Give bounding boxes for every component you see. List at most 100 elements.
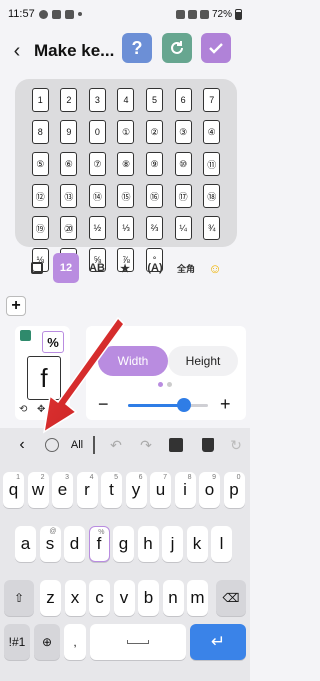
key-char: l — [219, 534, 224, 553]
category-letters[interactable]: AB — [86, 253, 108, 283]
increase-button[interactable]: + — [220, 394, 231, 415]
symbol-key[interactable]: 9 — [60, 120, 78, 144]
key-u[interactable]: u7 — [150, 472, 171, 508]
undo-button[interactable]: ↶ — [106, 434, 126, 456]
backspace-key[interactable]: ⌫ — [216, 580, 246, 616]
key-f[interactable]: f% — [88, 526, 110, 562]
key-q[interactable]: q1 — [3, 472, 24, 508]
decrease-button[interactable]: − — [98, 395, 109, 413]
symbol-key[interactable]: ⅔ — [146, 216, 164, 240]
key-x[interactable]: x — [64, 580, 86, 616]
enter-key[interactable]: ↵ — [190, 624, 246, 660]
symbol-key[interactable]: ⑥ — [60, 152, 78, 176]
key-e[interactable]: e3 — [52, 472, 73, 508]
toolbar-circle-button[interactable] — [42, 434, 62, 456]
symbol-key[interactable]: ⑤ — [31, 152, 49, 176]
symbol-key[interactable]: ⑮ — [117, 184, 135, 208]
key-p[interactable]: p0 — [223, 472, 245, 508]
symbol-key[interactable]: 2 — [60, 88, 78, 112]
symbol-key[interactable]: ⑲ — [31, 216, 49, 240]
key-w[interactable]: w2 — [27, 472, 49, 508]
symbol-key[interactable]: ⑯ — [146, 184, 164, 208]
symbol-key[interactable]: ② — [146, 120, 164, 144]
symbol-key[interactable]: ¾ — [203, 216, 221, 240]
symbol-key[interactable]: 8 — [31, 120, 49, 144]
category-custom[interactable] — [28, 253, 46, 283]
symbol-key[interactable]: ④ — [203, 120, 221, 144]
key-a[interactable]: a — [15, 526, 36, 562]
symbol-key[interactable]: ⑱ — [203, 184, 221, 208]
tab-width[interactable]: Width — [98, 346, 168, 376]
key-i[interactable]: i8 — [174, 472, 196, 508]
symbol-key[interactable]: ⑭ — [88, 184, 106, 208]
symbol-key[interactable]: ③ — [174, 120, 192, 144]
category-numbers[interactable]: 12 — [53, 253, 79, 283]
key-c[interactable]: c — [89, 580, 110, 616]
symbol-key[interactable]: ① — [117, 120, 135, 144]
rotate-button[interactable]: ↻ — [226, 434, 246, 456]
symbol-key[interactable]: 4 — [117, 88, 135, 112]
symbol-key[interactable]: 6 — [174, 88, 192, 112]
key-k[interactable]: k — [186, 526, 208, 562]
symbol-key[interactable]: 3 — [88, 88, 106, 112]
key-m[interactable]: m — [187, 580, 208, 616]
symbol-key[interactable]: ⑰ — [174, 184, 192, 208]
rotate-icon[interactable]: ⟲ — [19, 404, 27, 415]
symbol-key[interactable]: ⑩ — [174, 152, 192, 176]
move-icon[interactable]: ✥ — [37, 404, 45, 415]
delete-button[interactable] — [198, 434, 218, 456]
done-button[interactable] — [201, 33, 231, 63]
reset-button[interactable] — [162, 33, 192, 63]
key-l[interactable]: l — [211, 526, 232, 562]
symbol-key[interactable]: ¼ — [174, 216, 192, 240]
symbol-key[interactable]: 5 — [146, 88, 164, 112]
help-button[interactable]: ? — [122, 33, 152, 63]
category-emoji[interactable]: ☺ — [206, 253, 224, 283]
toolbar-back-button[interactable]: ‹ — [14, 434, 30, 456]
symbol-key[interactable]: ⑨ — [146, 152, 164, 176]
symbol-key[interactable]: ⑫ — [31, 184, 49, 208]
symbol-key[interactable]: 7 — [203, 88, 221, 112]
comma-key[interactable]: , — [64, 624, 86, 660]
add-key-button[interactable]: + — [6, 296, 26, 316]
symbol-key[interactable]: ⑳ — [60, 216, 78, 240]
key-r[interactable]: r4 — [76, 472, 98, 508]
key-o[interactable]: o9 — [199, 472, 220, 508]
key-g[interactable]: g — [113, 526, 134, 562]
category-fullwidth[interactable]: 全角 — [174, 253, 198, 283]
key-j[interactable]: j — [162, 526, 183, 562]
key-h[interactable]: h — [137, 526, 159, 562]
space-key[interactable] — [90, 624, 186, 660]
key-t[interactable]: t5 — [101, 472, 122, 508]
key-z[interactable]: z — [40, 580, 61, 616]
symbol-key[interactable]: ½ — [88, 216, 106, 240]
symbol-key[interactable]: ⑧ — [117, 152, 135, 176]
key-b[interactable]: b — [138, 580, 159, 616]
category-favorites[interactable]: ★ — [116, 253, 134, 283]
key-d[interactable]: d — [64, 526, 85, 562]
symbol-key[interactable]: ⑪ — [203, 152, 221, 176]
key-y[interactable]: y6 — [125, 472, 147, 508]
key-n[interactable]: n — [162, 580, 184, 616]
secondary-char-slot[interactable]: % — [42, 331, 64, 353]
back-button[interactable]: ‹ — [0, 40, 34, 63]
slider-thumb[interactable] — [177, 398, 191, 412]
main-char-slot[interactable]: f — [27, 356, 61, 400]
shift-key[interactable]: ⇧ — [4, 580, 34, 616]
symbol-key[interactable]: 0 — [88, 120, 106, 144]
size-slider[interactable] — [128, 398, 208, 412]
redo-button[interactable]: ↷ — [136, 434, 156, 456]
delete-key-icon[interactable] — [20, 330, 31, 341]
symbol-key[interactable]: ⅓ — [117, 216, 135, 240]
key-v[interactable]: v — [113, 580, 135, 616]
symbol-key[interactable]: ⑬ — [60, 184, 78, 208]
language-key[interactable]: ⊕ — [34, 624, 60, 660]
symbol-key[interactable]: ⑦ — [88, 152, 106, 176]
symbol-key[interactable]: 1 — [31, 88, 49, 112]
category-parens[interactable]: (A) — [143, 253, 167, 283]
lock-button[interactable] — [166, 434, 186, 456]
symbols-key[interactable]: !#1 — [4, 624, 30, 660]
key-s[interactable]: s @ — [39, 526, 61, 562]
tab-height[interactable]: Height — [168, 346, 238, 376]
toolbar-all-button[interactable]: All — [66, 434, 88, 456]
